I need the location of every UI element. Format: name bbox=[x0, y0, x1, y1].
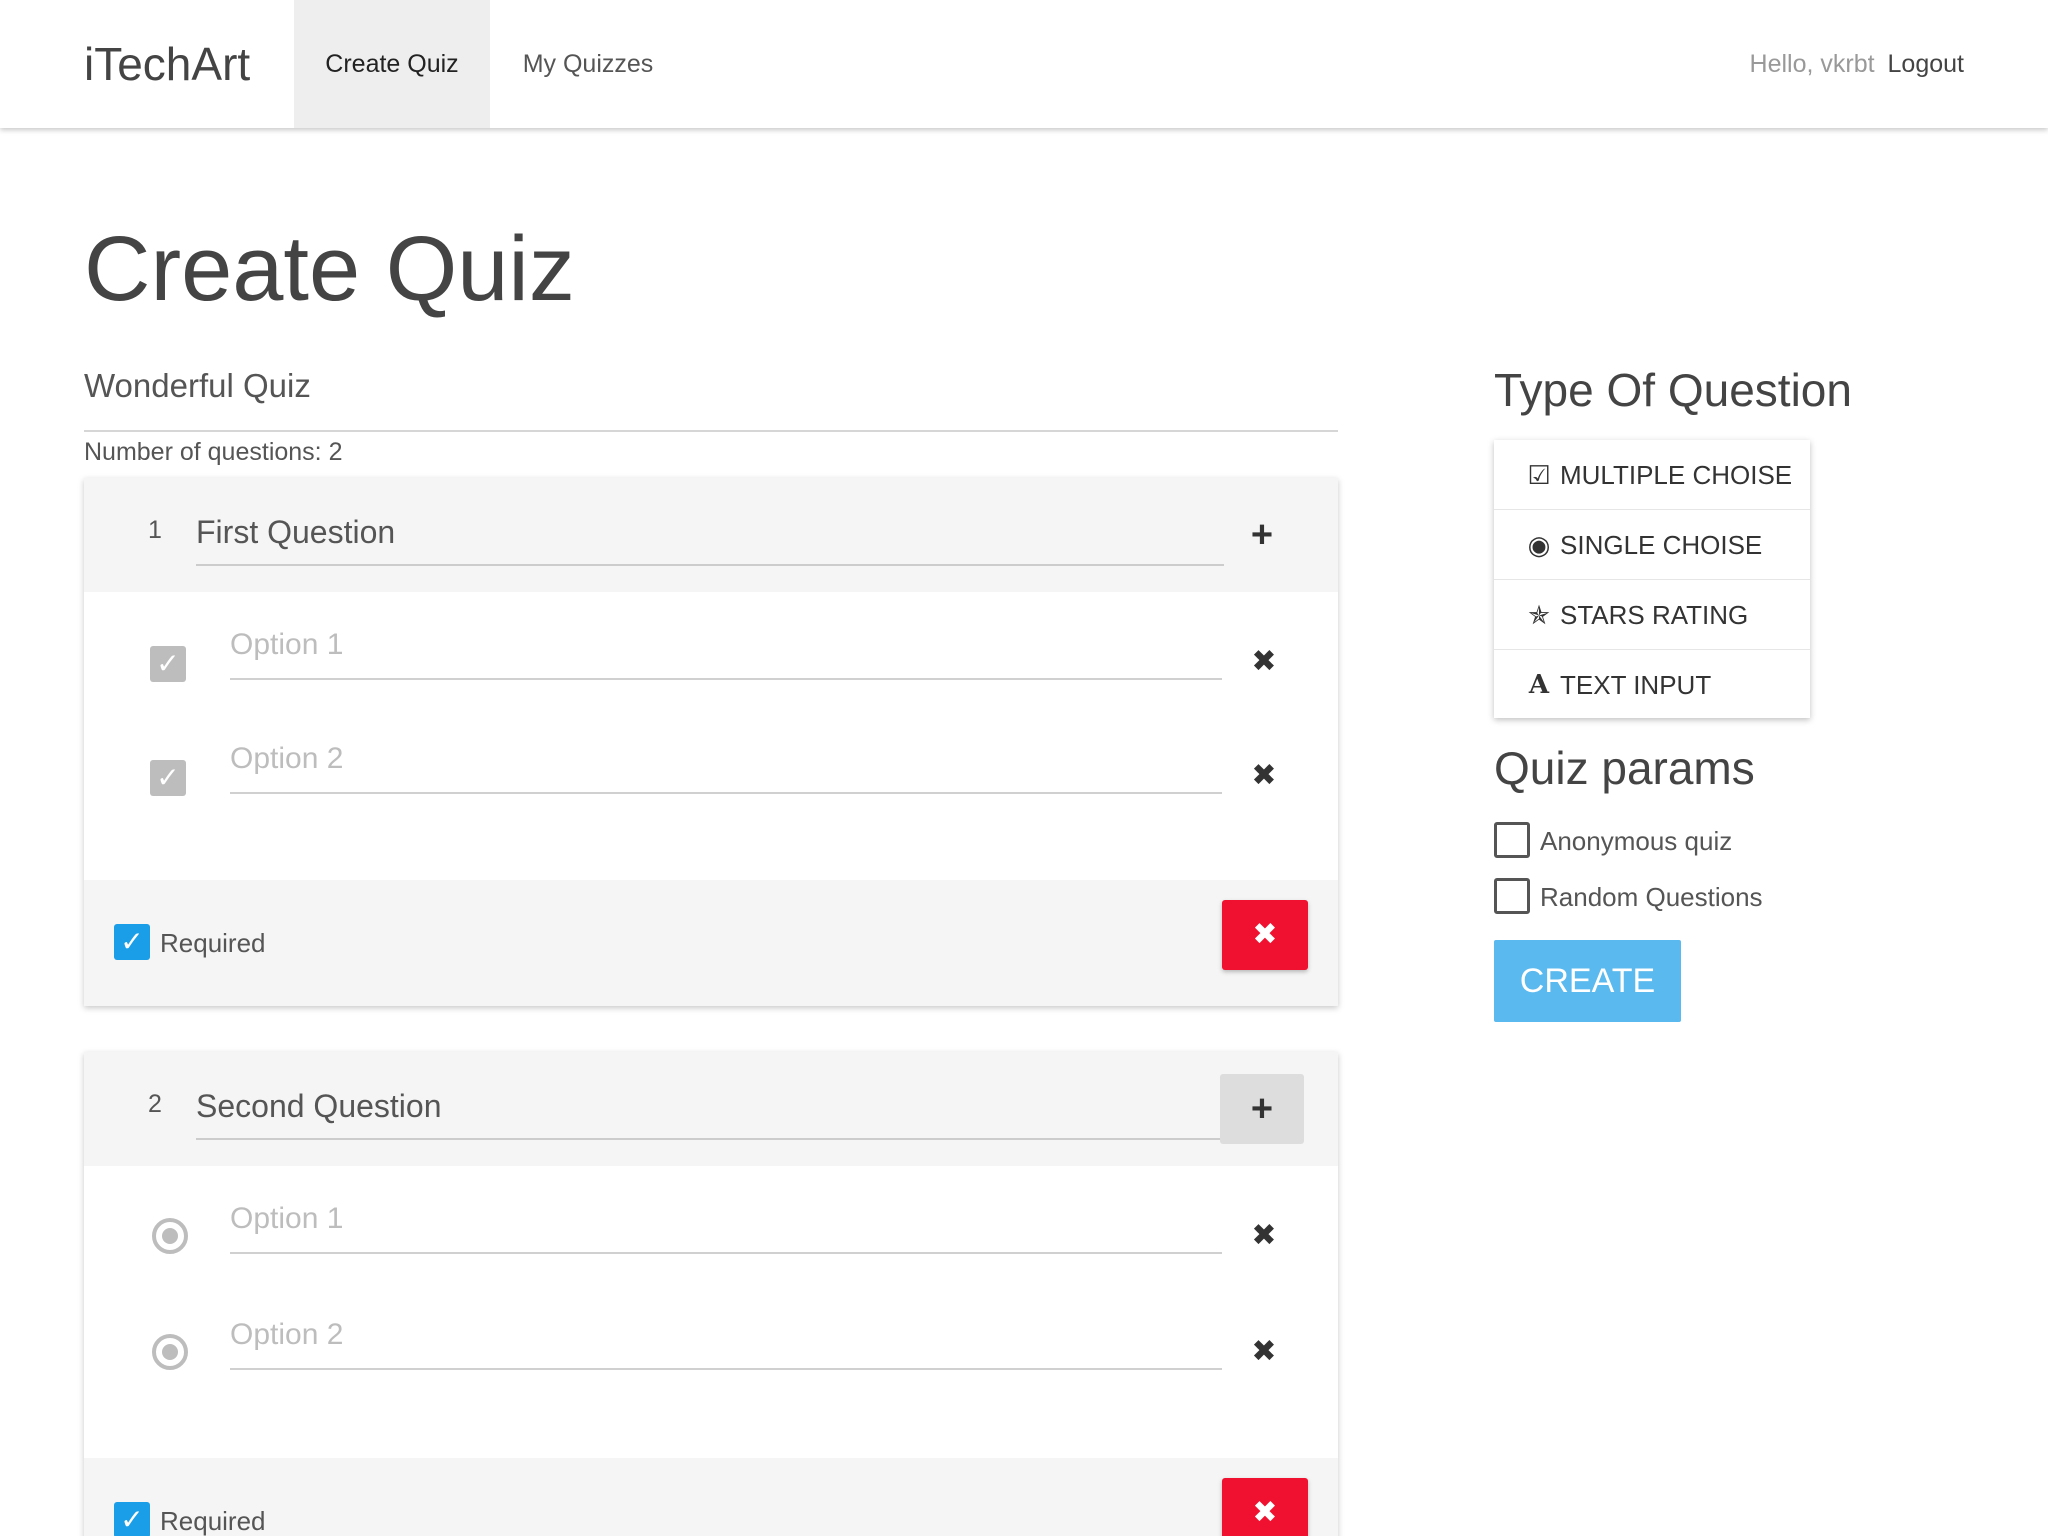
option-input[interactable]: Option 2 bbox=[230, 736, 1222, 794]
anonymous-checkbox[interactable] bbox=[1494, 822, 1530, 858]
question-count: Number of questions: 2 bbox=[84, 438, 343, 466]
question-title-input[interactable]: Second Question bbox=[196, 1084, 1224, 1140]
nav-my-quizzes[interactable]: My Quizzes bbox=[502, 0, 674, 128]
option-row: ✓ Option 1 ✖ bbox=[84, 602, 1338, 702]
random-questions-checkbox[interactable] bbox=[1494, 878, 1530, 914]
checkbox-checked-icon: ☑ bbox=[1527, 460, 1551, 490]
option-checkbox-icon: ✓ bbox=[150, 646, 186, 682]
option-row: ✓ Option 2 ✖ bbox=[84, 716, 1338, 816]
radio-dot-icon: ◉ bbox=[1527, 530, 1551, 560]
required-checkbox[interactable]: ✓ bbox=[114, 1502, 150, 1536]
option-row: Option 1 ✖ bbox=[84, 1176, 1338, 1276]
nav-create-quiz[interactable]: Create Quiz bbox=[294, 0, 490, 128]
quiz-params-heading: Quiz params bbox=[1494, 742, 1755, 794]
greeting-text: Hello, vkrbt bbox=[1749, 50, 1875, 78]
type-multiple-choice[interactable]: ☑ MULTIPLE CHOISE bbox=[1494, 440, 1810, 510]
required-label: Required bbox=[160, 1506, 266, 1536]
required-label: Required bbox=[160, 928, 266, 958]
logout-link[interactable]: Logout bbox=[1888, 50, 1964, 78]
remove-option-button[interactable]: ✖ bbox=[1244, 642, 1284, 682]
question-title-input[interactable]: First Question bbox=[196, 510, 1224, 566]
remove-question-button[interactable]: ✖ bbox=[1222, 900, 1308, 970]
brand-logo[interactable]: iTechArt bbox=[84, 0, 250, 128]
option-radio-icon bbox=[152, 1334, 188, 1370]
type-single-choice[interactable]: ◉ SINGLE CHOISE bbox=[1494, 510, 1810, 580]
font-letter-icon: A bbox=[1528, 670, 1550, 700]
add-option-button[interactable]: + bbox=[1220, 500, 1304, 570]
question-footer: ✓ Required ✖ bbox=[84, 880, 1338, 1006]
option-input[interactable]: Option 1 bbox=[230, 1196, 1222, 1254]
question-card: 1 First Question + ✓ Option 1 ✖ ✓ Option… bbox=[84, 478, 1338, 1006]
question-header: 1 First Question + bbox=[84, 478, 1338, 592]
question-header: 2 Second Question + bbox=[84, 1052, 1338, 1166]
param-label: Random Questions bbox=[1540, 882, 1763, 912]
question-card: 2 Second Question + Option 1 ✖ Option 2 … bbox=[84, 1052, 1338, 1536]
type-label: TEXT INPUT bbox=[1560, 670, 1712, 700]
add-option-button[interactable]: + bbox=[1220, 1074, 1304, 1144]
option-row: Option 2 ✖ bbox=[84, 1292, 1338, 1392]
param-label: Anonymous quiz bbox=[1540, 826, 1733, 856]
option-input[interactable]: Option 1 bbox=[230, 622, 1222, 680]
required-checkbox[interactable]: ✓ bbox=[114, 924, 150, 960]
type-label: SINGLE CHOISE bbox=[1560, 530, 1763, 560]
question-number: 1 bbox=[148, 516, 162, 544]
star-half-icon: ✯ bbox=[1528, 600, 1550, 630]
user-area: Hello, vkrbt Logout bbox=[1750, 0, 1964, 128]
page-title: Create Quiz bbox=[84, 218, 575, 320]
create-button[interactable]: CREATE bbox=[1494, 940, 1681, 1022]
top-navbar: iTechArt Create Quiz My Quizzes Hello, v… bbox=[0, 0, 2048, 128]
question-type-list: ☑ MULTIPLE CHOISE ◉ SINGLE CHOISE ✯ STAR… bbox=[1494, 440, 1810, 718]
remove-question-button[interactable]: ✖ bbox=[1222, 1478, 1308, 1536]
option-checkbox-icon: ✓ bbox=[150, 760, 186, 796]
quiz-title-input[interactable]: Wonderful Quiz bbox=[84, 360, 1338, 432]
remove-option-button[interactable]: ✖ bbox=[1244, 756, 1284, 796]
option-input[interactable]: Option 2 bbox=[230, 1312, 1222, 1370]
type-text-input[interactable]: A TEXT INPUT bbox=[1494, 650, 1810, 720]
remove-option-button[interactable]: ✖ bbox=[1244, 1216, 1284, 1256]
type-stars-rating[interactable]: ✯ STARS RATING bbox=[1494, 580, 1810, 650]
type-of-question-heading: Type Of Question bbox=[1494, 364, 1852, 416]
type-label: STARS RATING bbox=[1560, 600, 1749, 630]
option-radio-icon bbox=[152, 1218, 188, 1254]
type-label: MULTIPLE CHOISE bbox=[1560, 460, 1793, 490]
question-footer: ✓ Required ✖ bbox=[84, 1458, 1338, 1536]
remove-option-button[interactable]: ✖ bbox=[1244, 1332, 1284, 1372]
question-number: 2 bbox=[148, 1090, 162, 1118]
